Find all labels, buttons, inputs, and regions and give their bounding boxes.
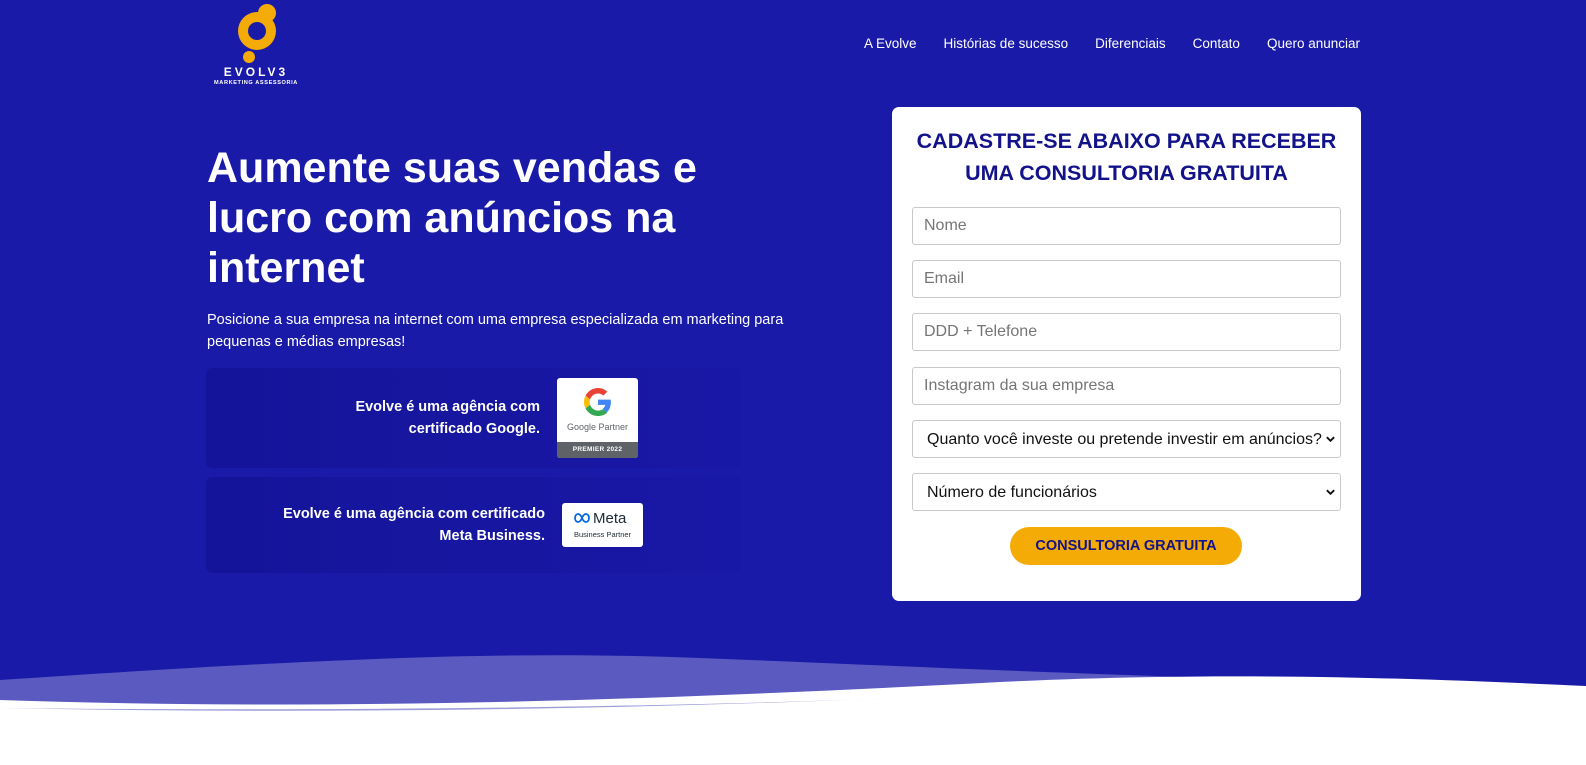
investment-select[interactable]: Quanto você investe ou pretende investir…	[912, 420, 1341, 458]
google-cert-text: Evolve é uma agência com certificado Goo…	[355, 399, 540, 437]
investment-select-value: Quanto você investe ou pretende investir…	[927, 431, 1322, 448]
chevron-down-icon	[1326, 489, 1335, 496]
submit-button[interactable]: CONSULTORIA GRATUITA	[1010, 527, 1242, 565]
brand-name: EVOLV3	[223, 65, 289, 79]
google-partner-label: Google Partner	[566, 422, 629, 432]
email-field[interactable]	[912, 260, 1341, 298]
nav-link-contato[interactable]: Contato	[1193, 36, 1240, 52]
hero-headline: Aumente suas vendas e lucro com anúncios…	[207, 144, 697, 292]
employees-select-value: Número de funcionários	[927, 484, 1097, 501]
phone-field[interactable]	[912, 313, 1341, 351]
meta-partner-label: Business Partner	[573, 530, 632, 539]
google-partner-level: PREMIER 2022	[557, 442, 638, 458]
instagram-field[interactable]	[912, 367, 1341, 405]
hero-wave-divider	[0, 655, 1586, 765]
meta-partner-badge: Meta Business Partner	[562, 503, 643, 547]
meta-infinity-icon	[574, 513, 590, 523]
hero-subheadline: Posicione a sua empresa na internet com …	[207, 312, 784, 350]
lead-form-card: CADASTRE-SE ABAIXO PARA RECEBER UMA CONS…	[892, 107, 1361, 601]
nav-link-diferenciais[interactable]: Diferenciais	[1095, 36, 1166, 52]
google-cert-card: Evolve é uma agência com certificado Goo…	[206, 368, 741, 468]
brand-tagline: MARKETING ASSESSORIA	[214, 80, 298, 86]
google-g-icon	[584, 388, 611, 416]
nav-link-a-evolve[interactable]: A Evolve	[864, 36, 917, 52]
brand-logo[interactable]: EVOLV3 MARKETING ASSESSORIA	[206, 4, 306, 88]
hero-section: EVOLV3 MARKETING ASSESSORIA A Evolve His…	[0, 0, 1586, 720]
form-title: CADASTRE-SE ABAIXO PARA RECEBER UMA CONS…	[916, 129, 1337, 185]
meta-cert-card: Evolve é uma agência com certificado Met…	[206, 477, 741, 573]
main-nav: A Evolve Histórias de sucesso Diferencia…	[864, 36, 1360, 52]
nav-link-quero-anunciar[interactable]: Quero anunciar	[1267, 36, 1360, 52]
meta-cert-text: Evolve é uma agência com certificado Met…	[283, 506, 545, 544]
meta-wordmark: Meta	[593, 510, 627, 527]
chevron-down-icon	[1326, 436, 1335, 443]
google-partner-badge: Google Partner PREMIER 2022	[557, 378, 638, 458]
employees-select[interactable]: Número de funcionários	[912, 473, 1341, 511]
name-field[interactable]	[912, 207, 1341, 245]
evolve-logo-icon	[238, 4, 276, 63]
nav-link-historias[interactable]: Histórias de sucesso	[944, 36, 1069, 52]
